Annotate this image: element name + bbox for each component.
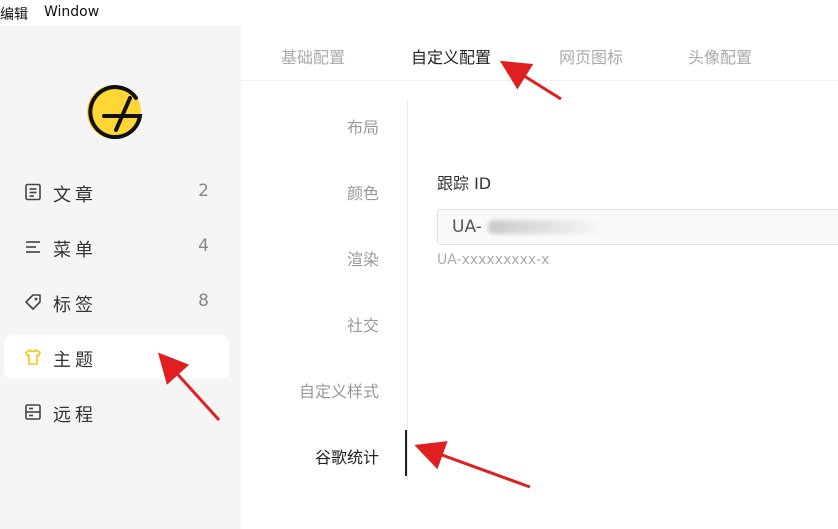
tab-favicon[interactable]: 网页图标 — [559, 44, 623, 68]
sidebar-item-tags[interactable]: 标签 8 — [4, 280, 229, 324]
subnav-active-indicator — [405, 430, 407, 476]
sidebar: 文章 2 菜单 4 标签 8 主题 远程 — [0, 26, 241, 529]
sidebar-item-articles[interactable]: 文章 2 — [4, 170, 229, 214]
tab-avatar-config[interactable]: 头像配置 — [688, 44, 752, 68]
subnav-custom-style[interactable]: 自定义样式 — [299, 378, 379, 402]
sidebar-item-remote[interactable]: 远程 — [4, 390, 229, 434]
sidebar-item-count: 8 — [198, 291, 209, 311]
tracking-id-input[interactable]: UA- — [437, 209, 838, 245]
menubar: 编辑 Window — [0, 0, 838, 26]
main-panel: 基础配置 自定义配置 网页图标 头像配置 布局 颜色 渲染 社交 自定义样式 谷… — [241, 26, 838, 529]
subnav-google-analytics[interactable]: 谷歌统计 — [315, 444, 379, 468]
subnav-color[interactable]: 颜色 — [347, 180, 379, 204]
sub-nav: 布局 颜色 渲染 社交 自定义样式 谷歌统计 — [241, 100, 408, 480]
sidebar-item-label: 远程 — [53, 405, 97, 426]
tracking-id-label: 跟踪 ID — [437, 174, 492, 193]
tag-icon — [25, 294, 41, 310]
subnav-social[interactable]: 社交 — [347, 312, 379, 336]
tab-bar: 基础配置 自定义配置 网页图标 头像配置 — [241, 26, 838, 81]
app-logo-icon — [87, 85, 143, 140]
sidebar-item-theme[interactable]: 主题 — [4, 335, 229, 379]
menu-edit[interactable]: 编辑 — [0, 4, 28, 24]
sidebar-item-menus[interactable]: 菜单 4 — [4, 225, 229, 269]
menu-window[interactable]: Window — [44, 4, 99, 20]
sidebar-item-label: 菜单 — [53, 240, 97, 261]
sidebar-item-count: 4 — [198, 236, 209, 256]
subnav-layout[interactable]: 布局 — [347, 114, 379, 138]
tracking-id-value: UA- — [452, 217, 482, 237]
redacted-blur — [487, 220, 598, 234]
sidebar-item-label: 主题 — [53, 350, 97, 371]
document-icon — [25, 183, 41, 201]
server-icon — [25, 404, 41, 420]
tracking-id-hint: UA-xxxxxxxxx-x — [437, 252, 550, 268]
menu-icon — [26, 241, 40, 253]
tab-custom-config[interactable]: 自定义配置 — [411, 44, 491, 68]
sidebar-item-count: 2 — [198, 181, 209, 201]
sidebar-item-label: 文章 — [53, 185, 97, 206]
shirt-icon — [25, 349, 41, 365]
tab-basic-config[interactable]: 基础配置 — [281, 44, 345, 68]
subnav-render[interactable]: 渲染 — [347, 246, 379, 270]
sidebar-item-label: 标签 — [53, 295, 97, 316]
